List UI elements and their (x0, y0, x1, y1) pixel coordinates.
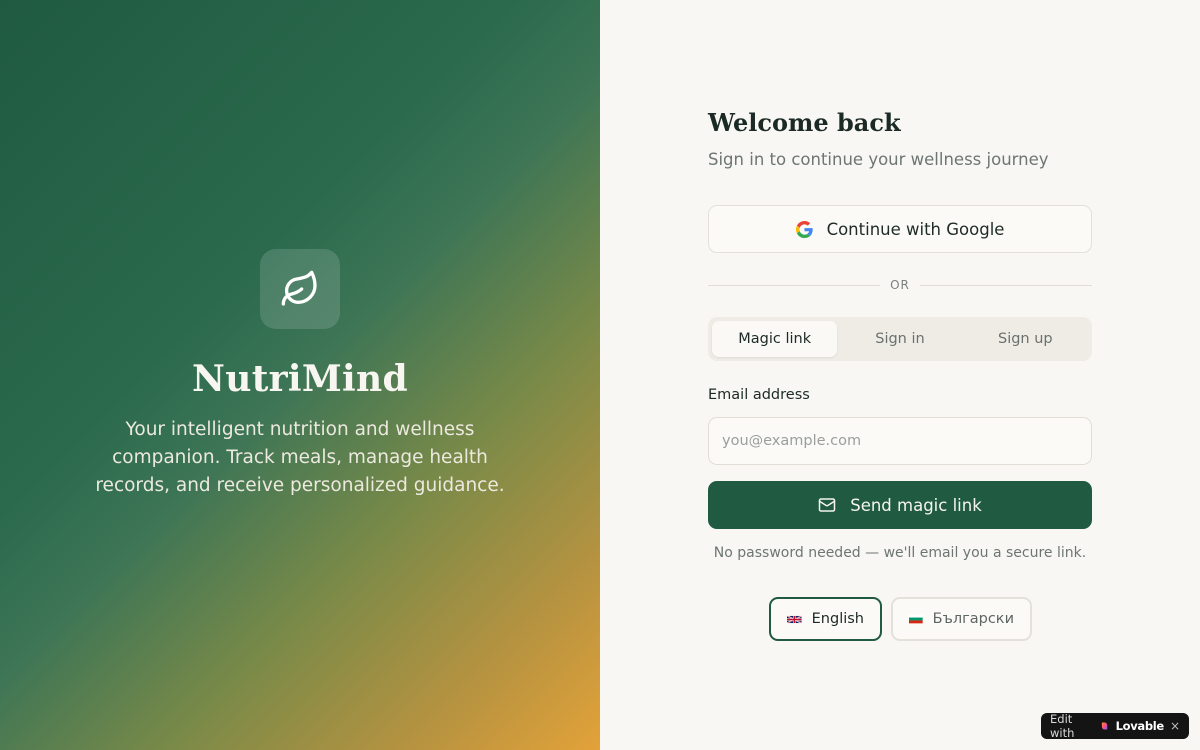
tab-sign-in[interactable]: Sign in (837, 321, 962, 357)
google-signin-label: Continue with Google (826, 219, 1005, 239)
edit-with-lovable-badge[interactable]: Edit with Lovable × (1041, 712, 1189, 740)
auth-tabs: Magic link Sign in Sign up (708, 317, 1092, 361)
send-magic-link-label: Send magic link (850, 495, 982, 515)
brand-tagline: Your intelligent nutrition and wellness … (95, 419, 505, 496)
google-signin-button[interactable]: Continue with Google (708, 205, 1092, 253)
or-divider: OR (708, 276, 1093, 294)
language-english-button[interactable]: English (769, 597, 882, 641)
divider-line (919, 284, 1093, 286)
lovable-heart-icon (1101, 722, 1107, 730)
send-magic-link-button[interactable]: Send magic link (708, 481, 1092, 529)
language-bulgarian-button[interactable]: Български (891, 597, 1032, 641)
language-english-label: English (811, 611, 864, 627)
brand-title: NutriMind (192, 358, 408, 400)
tab-sign-up[interactable]: Sign up (963, 321, 1088, 357)
bulgaria-flag-icon (909, 614, 923, 624)
helper-text: No password needed — we'll email you a s… (713, 545, 1087, 561)
badge-brand: Lovable (1115, 719, 1165, 733)
divider-text: OR (890, 278, 910, 292)
page-subtitle: Sign in to continue your wellness journe… (708, 150, 1049, 169)
uk-flag-icon (787, 615, 802, 623)
mail-icon (818, 498, 836, 512)
logo-tile (260, 249, 340, 329)
divider-line (708, 284, 881, 286)
badge-prefix: Edit with (1050, 712, 1075, 740)
language-bulgarian-label: Български (932, 611, 1014, 627)
page-title: Welcome back (708, 108, 901, 137)
google-icon (795, 220, 813, 238)
leaf-icon (281, 270, 317, 306)
language-switcher: English Български (769, 597, 1032, 641)
hero-panel: NutriMind Your intelligent nutrition and… (0, 0, 600, 750)
email-field[interactable] (708, 417, 1092, 465)
email-label: Email address (708, 387, 810, 403)
auth-panel: Welcome back Sign in to continue your we… (600, 0, 1200, 750)
tab-magic-link[interactable]: Magic link (712, 321, 838, 357)
close-icon[interactable]: × (1170, 719, 1180, 733)
